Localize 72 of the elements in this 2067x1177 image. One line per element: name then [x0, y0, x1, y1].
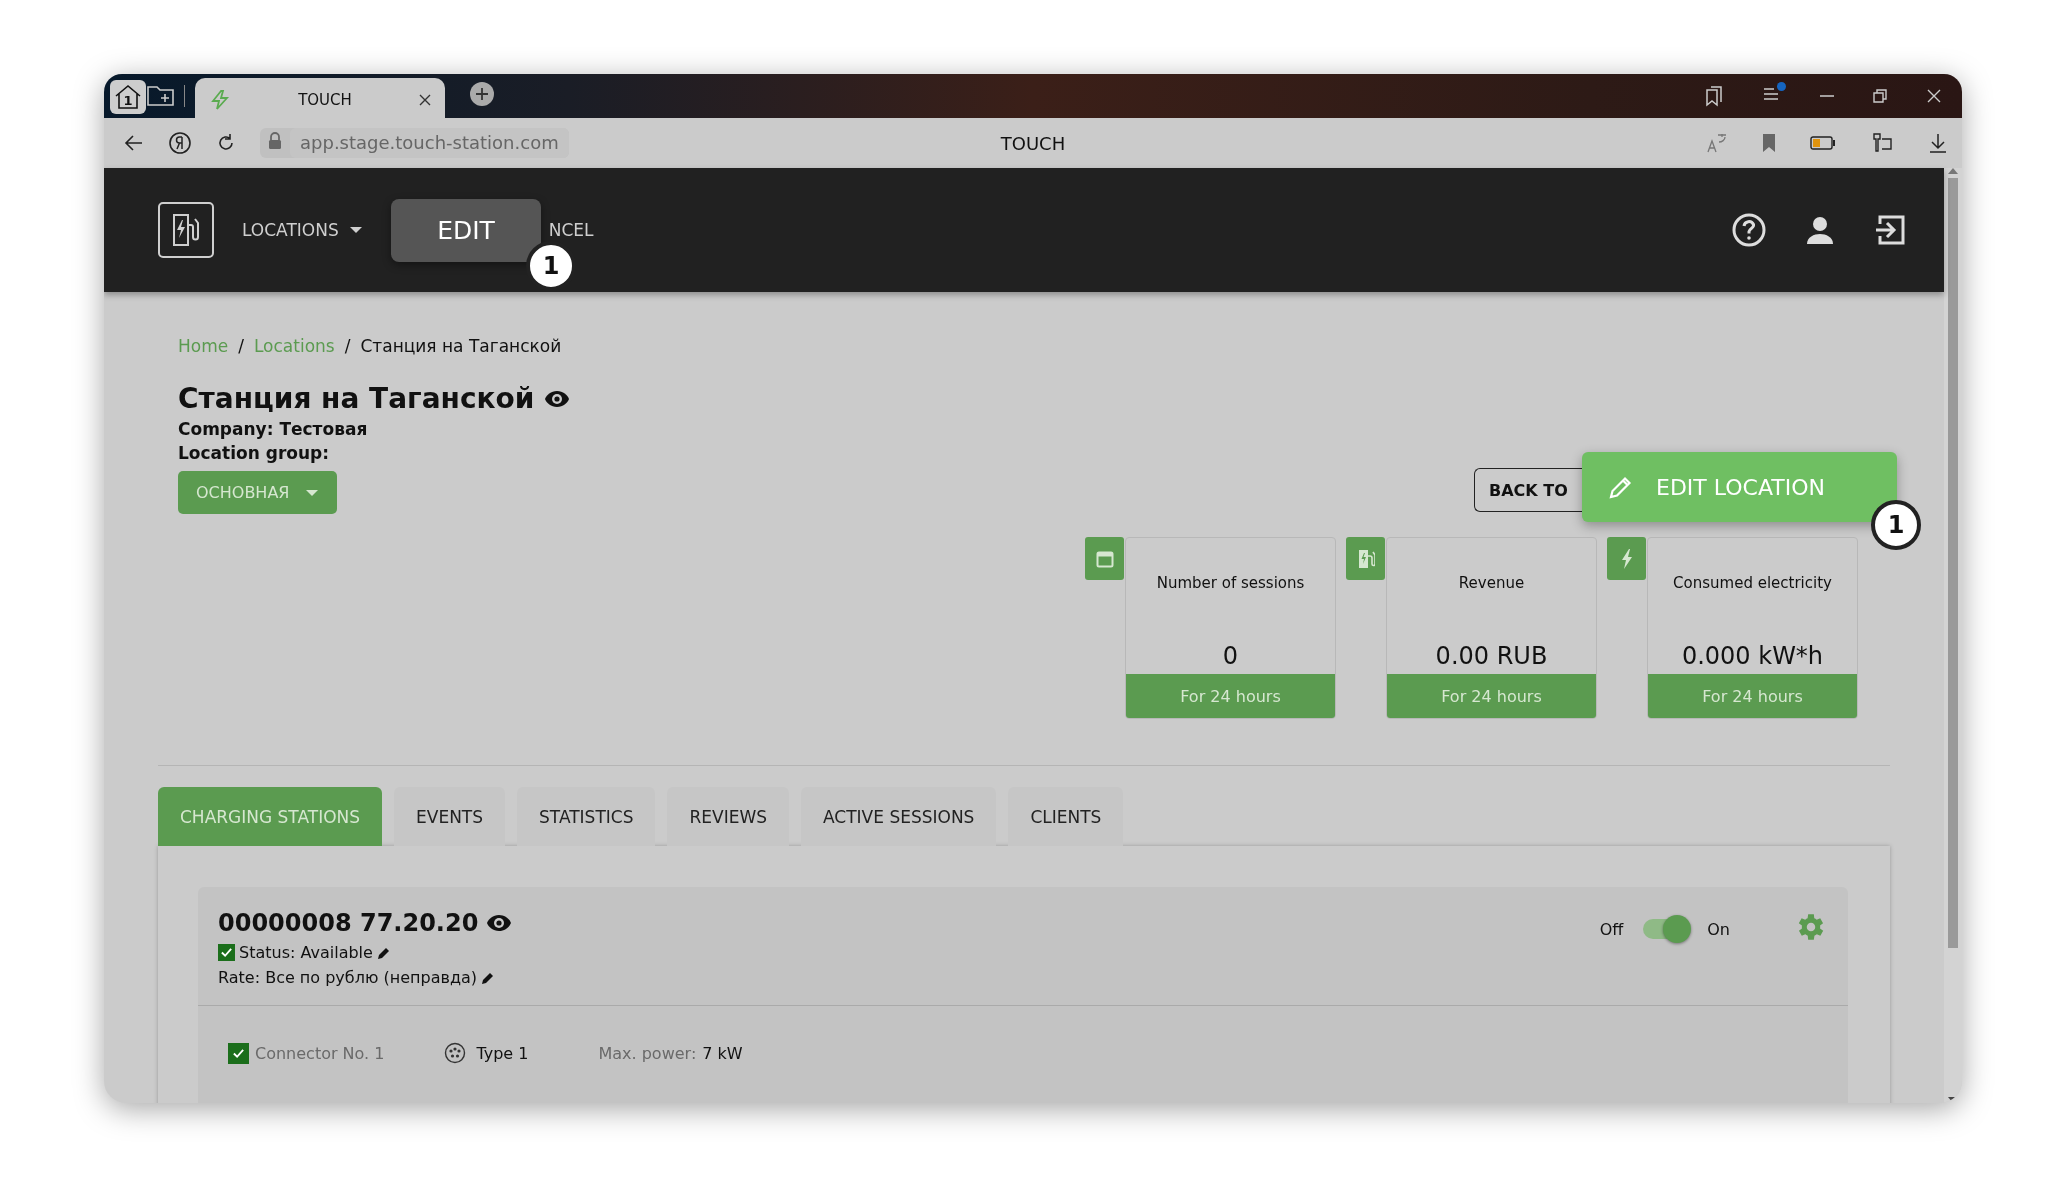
caret-icon	[305, 488, 320, 497]
page-title: TOUCH	[1000, 132, 1066, 154]
stat-value: 0.000 kW*h	[1680, 642, 1825, 670]
new-folder-icon	[146, 84, 176, 108]
stat-period: For 24 hours	[1387, 674, 1596, 718]
extension-icon	[1870, 131, 1894, 155]
restore-icon	[1872, 88, 1888, 104]
stat-period: For 24 hours	[1126, 674, 1335, 718]
close-icon	[419, 94, 431, 106]
breadcrumb-item: Станция на Таганской	[360, 336, 562, 356]
browser-logo-icon	[168, 131, 192, 155]
download-icon	[1928, 132, 1948, 154]
charging-station-icon	[1356, 548, 1375, 569]
user-icon	[1804, 214, 1836, 246]
reload-icon	[216, 133, 236, 153]
calendar-icon	[1095, 549, 1114, 568]
connector-type: Type 1	[476, 1043, 529, 1063]
location-title: Станция на Таганской	[178, 382, 535, 415]
home-button[interactable]: 1	[110, 80, 146, 114]
tab[interactable]: ACTIVE SESSIONS	[801, 787, 997, 846]
stat-value: 0	[1221, 642, 1240, 670]
group-label: Location group:	[178, 443, 331, 463]
caret-icon	[348, 226, 363, 234]
tab[interactable]: REVIEWS	[667, 787, 789, 846]
close-icon	[1926, 88, 1942, 104]
checkmark-icon	[220, 946, 233, 959]
tab[interactable]: CLIENTS	[1008, 787, 1124, 846]
rate-label: Rate: Все по рублю (неправда)	[218, 968, 477, 987]
new-tab-icon	[469, 81, 495, 107]
checkbox[interactable]	[228, 1042, 249, 1064]
pencil-icon	[376, 945, 391, 960]
connector-plug-icon	[444, 1042, 467, 1064]
bookmarks-icon	[1704, 85, 1724, 107]
checkbox[interactable]	[218, 944, 235, 961]
help-icon	[1732, 213, 1766, 247]
stat-value: 0.00 RUB	[1434, 642, 1549, 670]
visibility-icon	[544, 389, 571, 408]
connector-label: Connector No. 1	[255, 1043, 385, 1063]
stat-title: Consumed electricity	[1672, 574, 1833, 592]
bookmark-icon	[1762, 133, 1776, 153]
logout-icon	[1874, 214, 1906, 246]
tab[interactable]: STATISTICS	[517, 787, 656, 846]
lightning-icon	[1620, 548, 1633, 569]
checkmark-icon	[232, 1046, 245, 1060]
visibility-icon	[486, 914, 513, 932]
status-label: Status: Available	[239, 943, 373, 962]
off-label: Off	[1599, 919, 1624, 939]
breadcrumb-separator: /	[238, 336, 244, 356]
translate-icon	[1706, 132, 1728, 154]
step-badge: 1	[1871, 500, 1921, 550]
on-label: On	[1707, 919, 1730, 939]
station-title: 00000008 77.20.20	[218, 909, 479, 937]
breadcrumb-separator: /	[344, 336, 351, 356]
pencil-icon	[481, 970, 495, 985]
stat-period: For 24 hours	[1648, 674, 1857, 718]
power-label: Max. power:	[598, 1043, 697, 1063]
power-value: 7 kW	[702, 1043, 743, 1063]
lightning-icon	[209, 89, 231, 111]
nav-menu[interactable]: LOCATIONS	[242, 220, 363, 240]
stat-title: Revenue	[1457, 574, 1526, 592]
edit-button[interactable]: EDIT	[391, 199, 541, 262]
stat-title: Number of sessions	[1155, 574, 1306, 592]
tab[interactable]: EVENTS	[394, 787, 506, 846]
scrollbar-thumb[interactable]	[1948, 178, 1958, 948]
battery-icon	[1810, 136, 1836, 150]
lock-icon	[268, 132, 282, 150]
nav-link[interactable]: NCEL	[548, 220, 594, 240]
company-label: Company: Тестовая	[178, 419, 369, 439]
back-arrow-icon	[124, 134, 144, 152]
logo-icon[interactable]	[158, 202, 214, 258]
pencil-icon	[1608, 474, 1634, 500]
minimize-icon	[1820, 95, 1834, 97]
